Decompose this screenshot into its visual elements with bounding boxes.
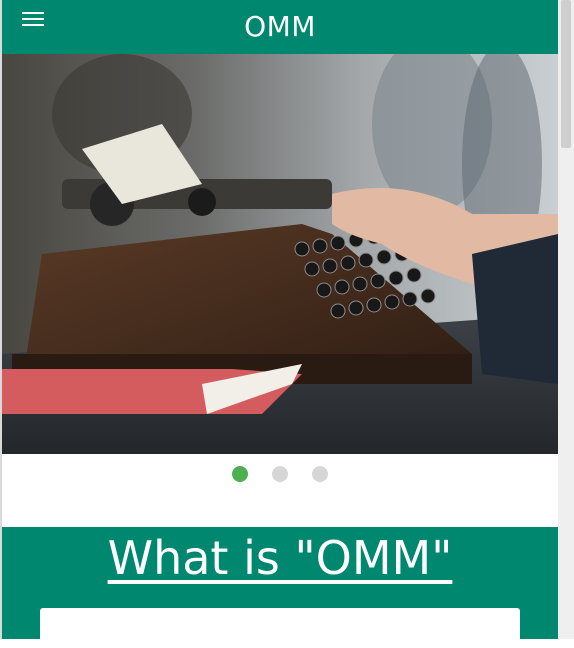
section-title: What is "OMM" (107, 531, 453, 585)
about-section: What is "OMM" (2, 527, 558, 648)
scrollbar[interactable] (558, 0, 574, 639)
carousel-dot-1[interactable] (232, 466, 248, 482)
content-card (40, 608, 520, 648)
carousel-indicators (2, 466, 558, 496)
scrollbar-thumb[interactable] (561, 0, 571, 148)
carousel-dot-3[interactable] (312, 466, 328, 482)
app-title: OMM (244, 10, 316, 43)
carousel-dot-2[interactable] (272, 466, 288, 482)
app-header: OMM (2, 0, 558, 54)
hero-slideshow[interactable] (2, 54, 558, 454)
typewriter-photo (2, 54, 558, 454)
